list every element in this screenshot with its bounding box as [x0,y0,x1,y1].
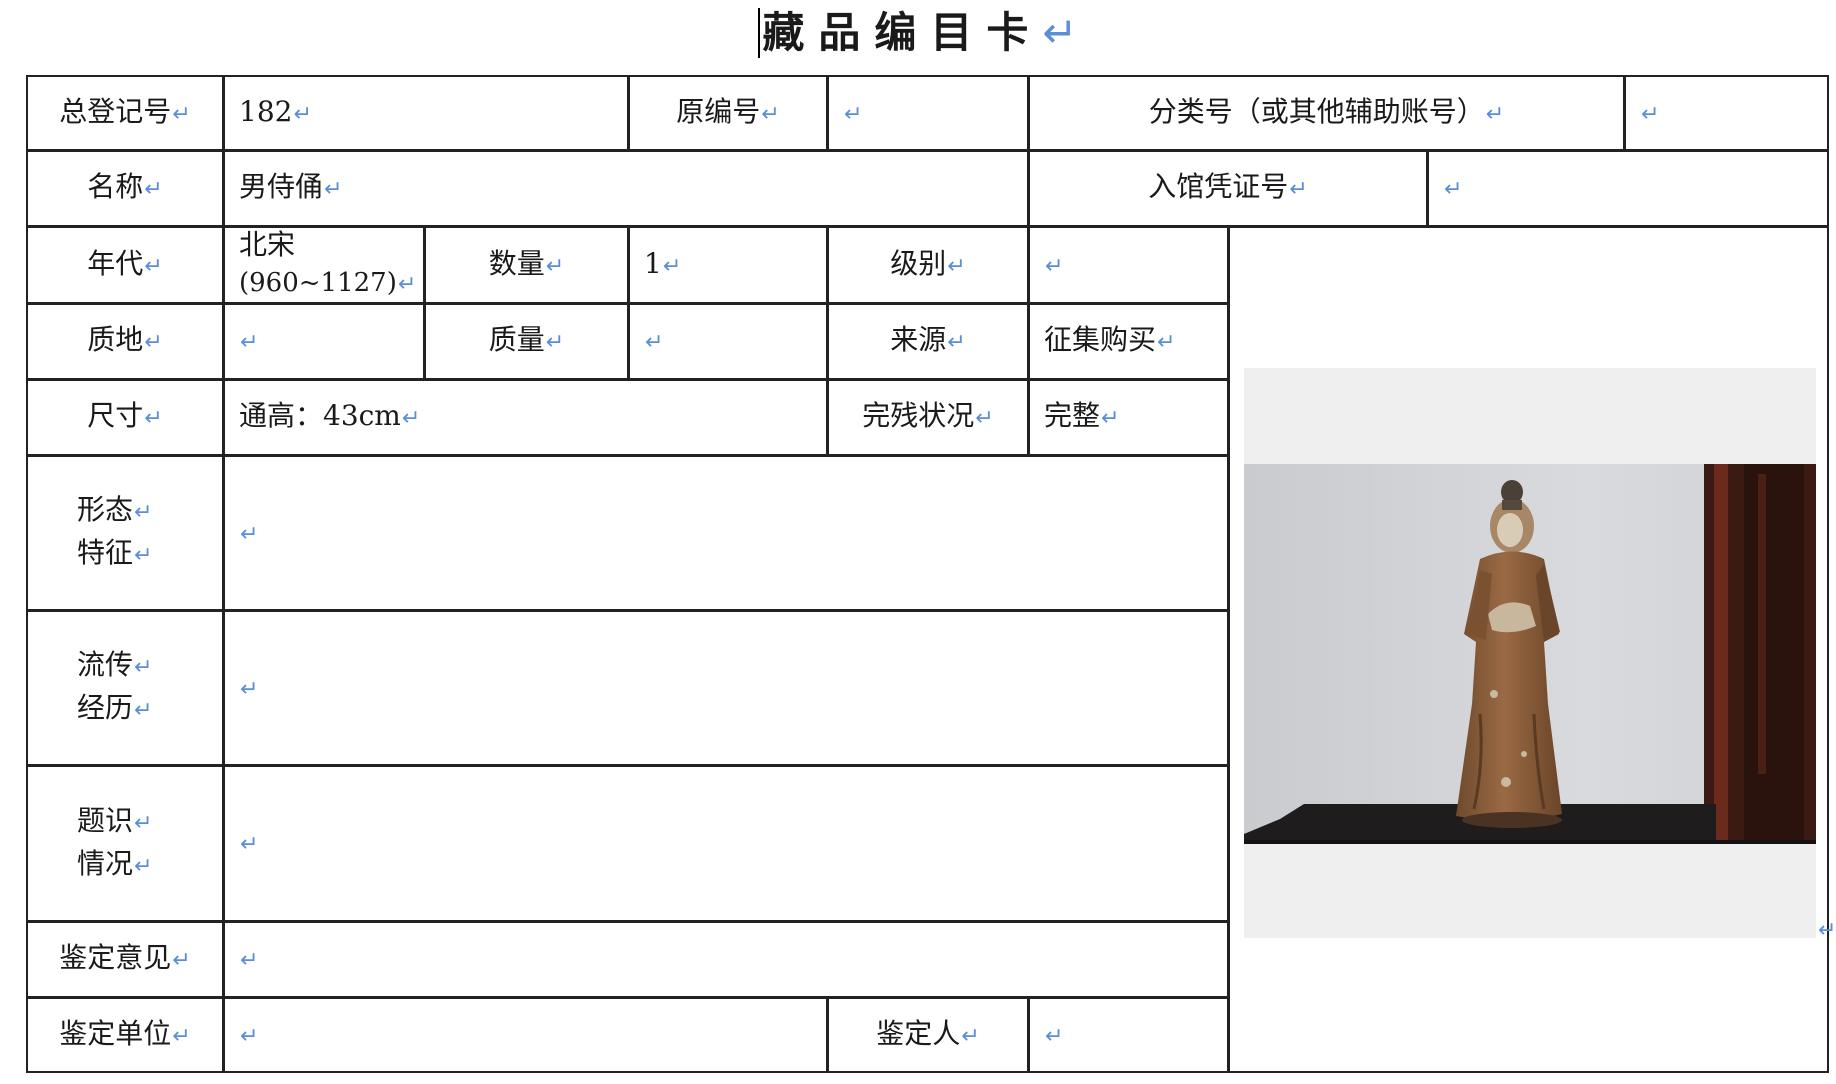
label-reg-no: 总登记号 [26,75,224,151]
label-condition: 完残状况 [827,379,1029,456]
value-history[interactable] [223,610,1229,766]
label-size: 尺寸 [26,379,224,456]
value-unit[interactable] [223,997,828,1073]
label-history: 流传 经历 [26,610,224,766]
era-line-2: (960~1127) [239,264,416,302]
label-appraiser: 鉴定人 [827,997,1029,1073]
value-quantity[interactable]: 1 [628,226,828,304]
label-weight: 质量 [424,303,629,380]
value-condition[interactable]: 完整 [1028,379,1229,456]
artifact-photo [1244,464,1816,844]
label-grade: 级别 [827,226,1029,304]
value-class-no[interactable] [1624,75,1829,151]
value-appraiser[interactable] [1028,997,1229,1073]
value-material[interactable] [223,303,425,380]
label-material: 质地 [26,303,224,380]
label-source: 来源 [827,303,1029,380]
value-source[interactable]: 征集购买 [1028,303,1229,380]
value-orig-no[interactable] [827,75,1029,151]
label-name: 名称 [26,150,224,227]
label-inscription: 题识 情况 [26,765,224,922]
artifact-photo-frame[interactable] [1244,368,1816,938]
era-line-1: 北宋 [239,228,296,261]
value-grade[interactable] [1028,226,1229,304]
value-weight[interactable] [628,303,828,380]
label-orig-no: 原编号 [628,75,828,151]
card-title: 藏品编目卡↵ [0,8,1836,58]
value-opinion[interactable] [223,921,1229,998]
figurine-image [1244,464,1816,844]
label-entry-no: 入馆凭证号 [1028,150,1428,227]
value-era[interactable]: 北宋 (960~1127) [223,226,425,304]
value-reg-no[interactable]: 182 [223,75,629,151]
label-unit: 鉴定单位 [26,997,224,1073]
label-class-no: 分类号（或其他辅助账号） [1028,75,1625,151]
value-entry-no[interactable] [1427,150,1829,227]
value-form[interactable] [223,455,1229,611]
card-title-text: 藏品编目卡 [762,8,1043,57]
value-inscription[interactable] [223,765,1229,922]
label-era: 年代 [26,226,224,304]
label-quantity: 数量 [424,226,629,304]
label-opinion: 鉴定意见 [26,921,224,998]
value-size[interactable]: 通高：43cm [223,379,828,456]
value-name[interactable]: 男侍俑 [223,150,1029,227]
text-cursor [758,8,761,58]
label-form: 形态 特征 [26,455,224,611]
return-mark-icon: ↵ [1042,8,1078,57]
return-mark-icon: ↵ [1818,918,1836,943]
